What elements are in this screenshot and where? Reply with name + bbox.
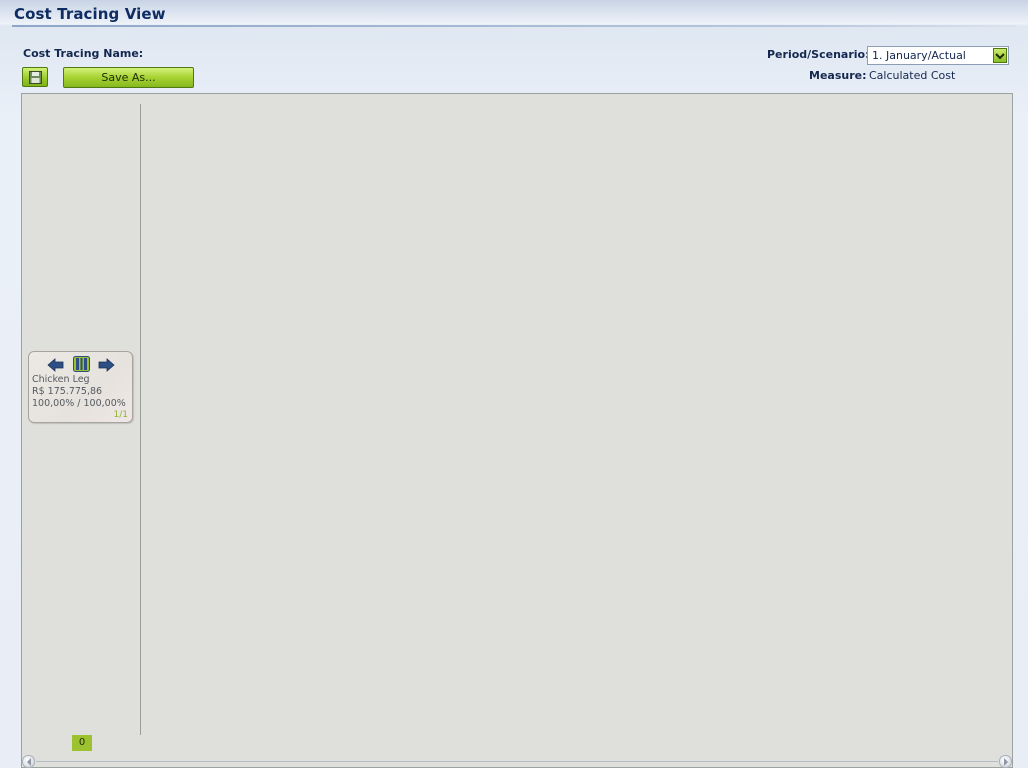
title-divider [12, 25, 1016, 27]
chevron-right-icon [1004, 758, 1008, 766]
page-title: Cost Tracing View [14, 5, 166, 23]
chevron-left-icon [27, 758, 31, 766]
period-scenario-value: 1. January/Actual [872, 49, 966, 62]
node-amount: R$ 175.775,86 [32, 386, 103, 397]
columns-icon[interactable] [73, 356, 90, 376]
measure-label: Measure: [809, 69, 867, 82]
cost-tracing-name-label: Cost Tracing Name: [23, 47, 144, 60]
period-scenario-label: Period/Scenario: [767, 48, 870, 61]
level-divider [140, 104, 141, 735]
scroll-right-button[interactable] [999, 755, 1012, 768]
cost-node[interactable]: Chicken Leg R$ 175.775,86 100,00% / 100,… [28, 351, 133, 423]
save-button[interactable] [22, 67, 48, 87]
node-name: Chicken Leg [32, 374, 90, 385]
level-badge: 0 [72, 735, 92, 751]
scroll-left-button[interactable] [22, 755, 35, 768]
period-scenario-select[interactable]: 1. January/Actual [867, 46, 1009, 65]
node-count: 1/1 [113, 410, 128, 420]
scrollbar-track[interactable] [36, 761, 998, 762]
measure-value: Calculated Cost [869, 69, 956, 82]
chevron-down-icon [995, 53, 1005, 60]
dropdown-arrow[interactable] [993, 48, 1007, 63]
arrow-right-icon[interactable] [98, 357, 115, 376]
tracing-canvas[interactable] [21, 93, 1013, 768]
node-percent: 100,00% / 100,00% [32, 398, 126, 409]
floppy-disk-icon [29, 71, 42, 84]
horizontal-scrollbar[interactable] [22, 755, 1012, 768]
node-toolbar [46, 356, 118, 376]
save-as-button[interactable]: Save As... [63, 67, 194, 88]
